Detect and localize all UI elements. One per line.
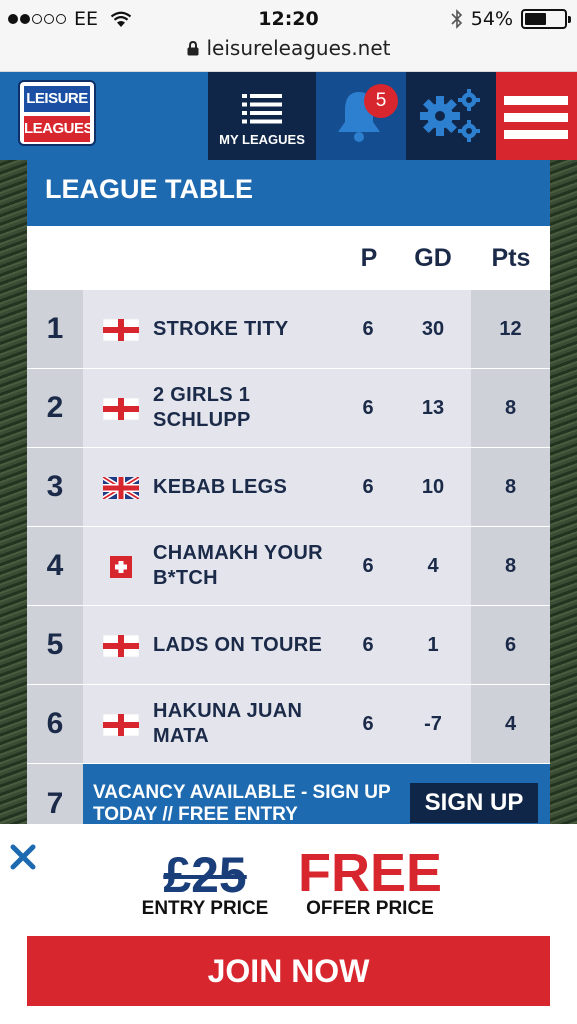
table-header-row: P GD Pts <box>27 226 550 290</box>
table-row[interactable]: 6 HAKUNA JUAN MATA 6 -7 4 <box>27 685 550 764</box>
sign-up-button[interactable]: SIGN UP <box>410 783 538 823</box>
team-cell: HAKUNA JUAN MATA 6 -7 <box>83 685 471 763</box>
close-icon[interactable] <box>10 844 36 870</box>
url-text: leisureleagues.net <box>206 36 391 60</box>
team-rank: 3 <box>27 448 83 526</box>
vacancy-banner[interactable]: VACANCY AVAILABLE - SIGN UP TODAY // FRE… <box>83 764 550 824</box>
team-name[interactable]: HAKUNA JUAN MATA <box>153 685 353 763</box>
england-flag-icon <box>102 713 140 737</box>
gear-icon <box>420 89 480 142</box>
logo-bottom-text: LEAGUES <box>24 116 94 142</box>
points-value: 8 <box>471 369 550 447</box>
team-name[interactable]: LADS ON TOURE <box>153 606 353 684</box>
points-value: 8 <box>471 527 550 605</box>
my-leagues-button[interactable]: MY LEAGUES <box>208 72 316 160</box>
uk-flag-icon <box>101 474 141 502</box>
england-flag-icon <box>102 397 140 421</box>
header-goal-difference: GD <box>414 244 452 272</box>
table-row[interactable]: 1 STROKE TITY 6 30 12 <box>27 290 550 369</box>
goal-difference-value: 4 <box>427 555 439 577</box>
points-value: 8 <box>471 448 550 526</box>
england-flag-icon <box>102 634 140 658</box>
goal-difference-value: -7 <box>424 713 442 735</box>
points-value: 4 <box>471 685 550 763</box>
vacancy-text: VACANCY AVAILABLE - SIGN UP TODAY // FRE… <box>93 782 391 824</box>
logo-top-text: LEISURE <box>24 86 90 112</box>
site-header: LEISURE LEAGUES MY LEAGUES 5 <box>0 72 577 160</box>
team-name[interactable]: 2 GIRLS 1 SCHLUPP <box>153 369 353 447</box>
lock-icon <box>187 40 198 55</box>
team-cell: STROKE TITY 6 30 <box>83 290 471 368</box>
played-value: 6 <box>362 713 374 735</box>
my-leagues-label: MY LEAGUES <box>219 132 305 147</box>
goal-difference-value: 13 <box>421 397 445 419</box>
table-row[interactable]: 5 LADS ON TOURE 6 1 6 <box>27 606 550 685</box>
team-cell: CHAMAKH YOUR B*TCH 6 4 <box>83 527 471 605</box>
join-now-button[interactable]: JOIN NOW <box>27 936 550 1006</box>
table-row[interactable]: 4 CHAMAKH YOUR B*TCH 6 4 8 <box>27 527 550 606</box>
status-bar: EE 12:20 54% leisureleagues.net <box>0 0 577 72</box>
header-played: P <box>360 244 378 272</box>
team-name[interactable]: STROKE TITY <box>153 290 353 368</box>
address-bar[interactable]: leisureleagues.net <box>0 36 577 60</box>
team-rank: 6 <box>27 685 83 763</box>
league-table-title: LEAGUE TABLE <box>27 160 550 226</box>
switzerland-flag-icon <box>103 556 139 578</box>
notification-badge: 5 <box>364 84 398 118</box>
grass-background-left <box>0 160 27 824</box>
team-name[interactable]: CHAMAKH YOUR B*TCH <box>153 527 353 605</box>
list-icon <box>242 94 282 124</box>
team-rank: 2 <box>27 369 83 447</box>
grass-background-right <box>550 160 577 824</box>
site-logo[interactable]: LEISURE LEAGUES <box>18 80 96 146</box>
team-cell: KEBAB LEGS 6 10 <box>83 448 471 526</box>
offer-price-label: OFFER PRICE <box>306 898 434 919</box>
team-name[interactable]: KEBAB LEGS <box>153 448 353 526</box>
old-price: £25 <box>163 847 247 903</box>
offer-price: FREE <box>297 843 443 903</box>
played-value: 6 <box>362 397 374 419</box>
table-row[interactable]: 2 2 GIRLS 1 SCHLUPP 6 13 8 <box>27 369 550 448</box>
played-value: 6 <box>362 634 374 656</box>
goal-difference-value: 10 <box>421 476 445 498</box>
hamburger-menu-button[interactable] <box>496 72 577 160</box>
battery-icon <box>521 9 571 29</box>
settings-button[interactable] <box>406 72 496 160</box>
team-rank: 1 <box>27 290 83 368</box>
league-table: LEAGUE TABLE P GD Pts 1 STROKE TITY 6 30 12 2… <box>27 160 550 824</box>
notifications-button[interactable]: 5 <box>316 72 406 160</box>
team-cell: LADS ON TOURE 6 1 <box>83 606 471 684</box>
goal-difference-value: 30 <box>421 318 445 340</box>
header-points: Pts <box>491 244 531 272</box>
team-rank: 5 <box>27 606 83 684</box>
offer-panel: £25 ENTRY PRICE FREE OFFER PRICE JOIN NO… <box>0 824 577 1024</box>
points-value: 12 <box>471 290 550 368</box>
table-row[interactable]: 3 KEBAB LEGS 6 10 8 <box>27 448 550 527</box>
battery-percent: 54% <box>470 8 513 30</box>
entry-price-label: ENTRY PRICE <box>141 898 269 919</box>
goal-difference-value: 1 <box>427 634 439 656</box>
vacancy-rank: 7 <box>27 764 83 824</box>
played-value: 6 <box>362 476 374 498</box>
vacancy-row[interactable]: 7 VACANCY AVAILABLE - SIGN UP TODAY // F… <box>27 764 550 824</box>
team-rank: 4 <box>27 527 83 605</box>
bluetooth-icon <box>451 9 462 29</box>
team-cell: 2 GIRLS 1 SCHLUPP 6 13 <box>83 369 471 447</box>
played-value: 6 <box>362 555 374 577</box>
england-flag-icon <box>102 318 140 342</box>
played-value: 6 <box>362 318 374 340</box>
points-value: 6 <box>471 606 550 684</box>
